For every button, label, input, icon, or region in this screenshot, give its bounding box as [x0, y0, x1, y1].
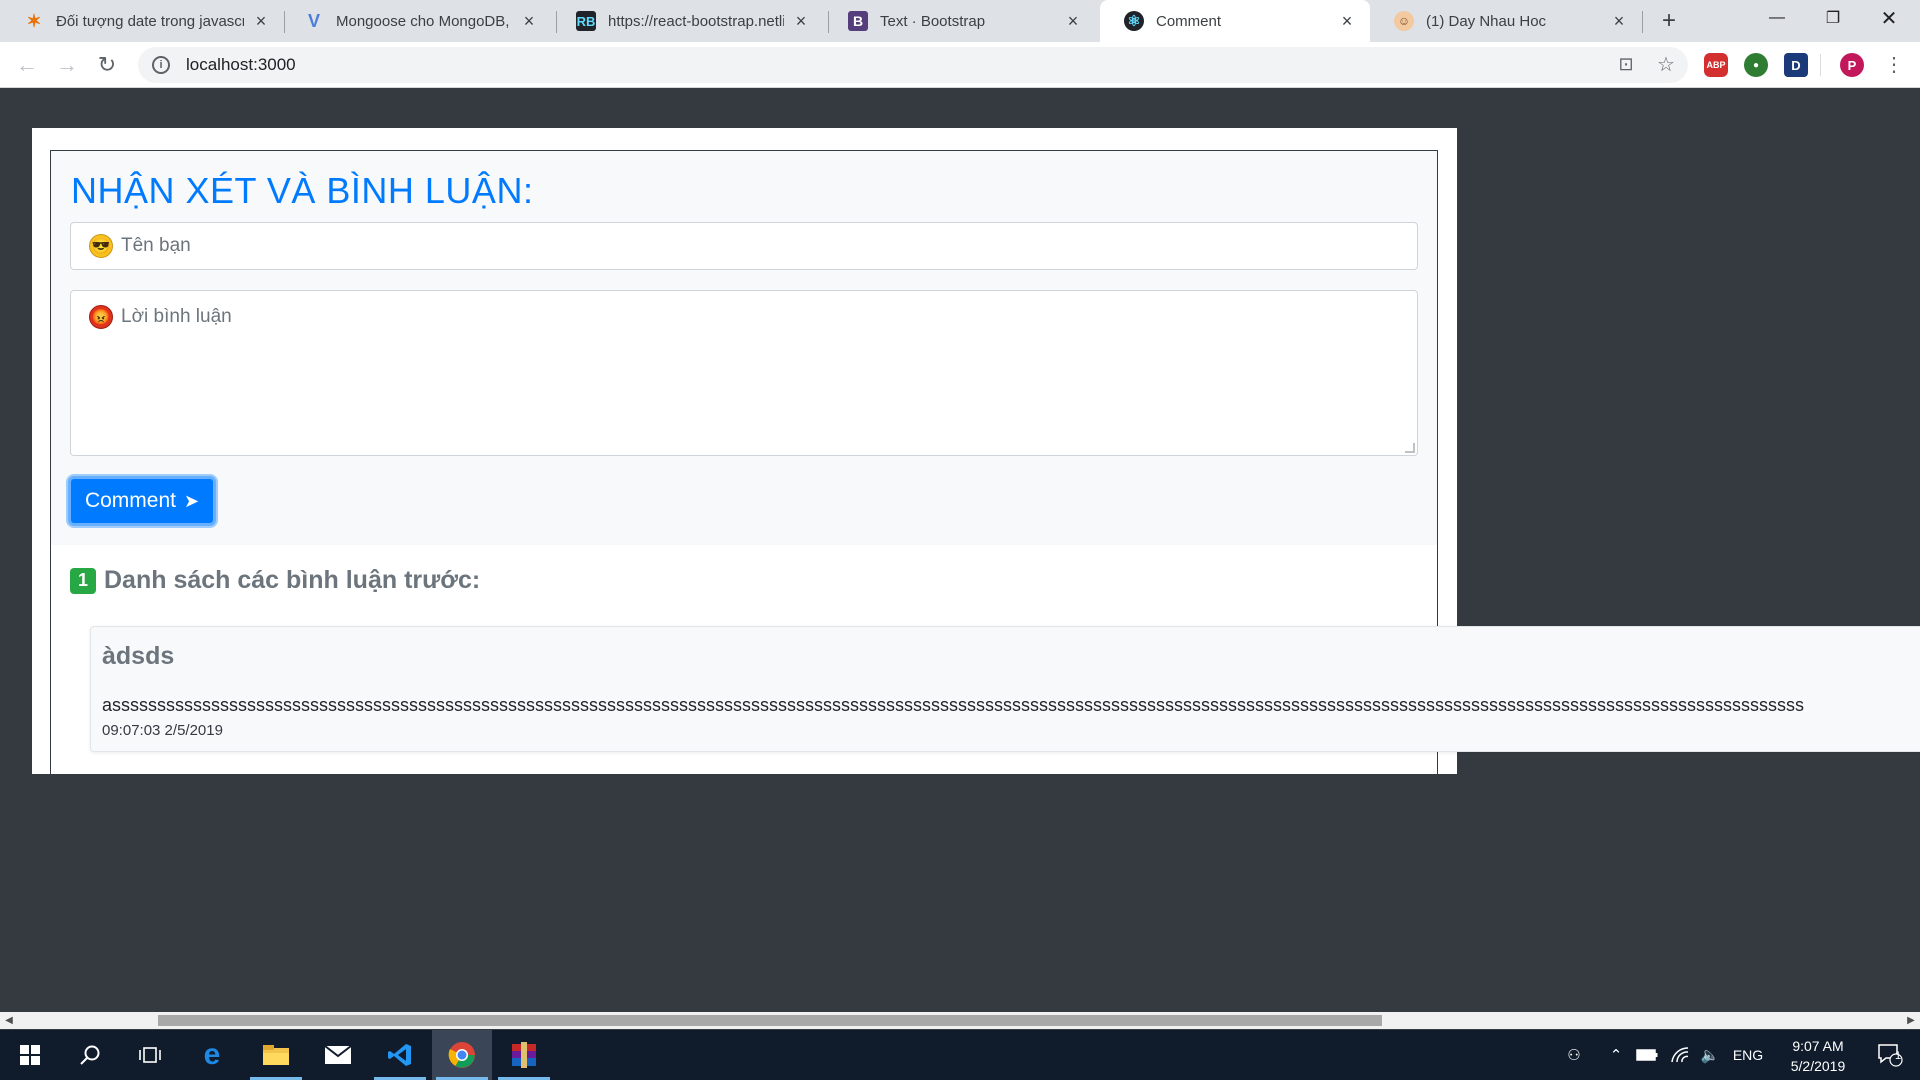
scrollbar-thumb[interactable] [158, 1015, 1382, 1026]
winrar-icon[interactable] [494, 1030, 554, 1080]
clock-time: 9:07 AM [1792, 1038, 1844, 1054]
close-tab-icon[interactable]: × [792, 11, 810, 31]
comment-text: asssssssssssssssssssssssssssssssssssssss… [102, 695, 1805, 715]
wifi-icon[interactable] [1668, 1030, 1692, 1080]
new-tab-icon[interactable]: + [1654, 6, 1684, 36]
mail-icon[interactable] [308, 1030, 368, 1080]
adblock-extension-icon[interactable]: ABP [1704, 53, 1728, 77]
horizontal-scrollbar[interactable]: ◀ ▶ [0, 1012, 1920, 1029]
site-info-icon[interactable]: i [152, 56, 170, 74]
browser-tab-strip: ✶ Đối tượng date trong javascr × V Mongo… [0, 0, 1920, 42]
scroll-right-arrow-icon[interactable]: ▶ [1904, 1013, 1918, 1028]
tab-date-javascript[interactable]: ✶ Đối tượng date trong javascr × [0, 0, 284, 42]
v-favicon-icon: V [307, 10, 320, 31]
vscode-icon[interactable] [370, 1030, 430, 1080]
globe-extension-icon[interactable]: ● [1744, 53, 1768, 77]
tab-day-nhau-hoc[interactable]: ☺ (1) Day Nhau Hoc × [1370, 0, 1642, 42]
search-icon[interactable] [60, 1030, 120, 1080]
comment-count-badge: 1 [70, 567, 96, 594]
bootstrap-favicon-icon: B [848, 11, 868, 31]
tab-title: https://react-bootstrap.netlif [608, 12, 784, 30]
comment-list-header: 1 Danh sách các bình luận trước: [70, 566, 480, 595]
browser-toolbar: ← → ↻ i localhost:3000 ⊡ ☆ ABP ● D P ⋮ [0, 42, 1920, 88]
tab-title: Đối tượng date trong javascr [56, 12, 244, 30]
page-title: NHẬN XÉT VÀ BÌNH LUẬN: [71, 170, 534, 211]
submit-label: Comment [84, 489, 176, 512]
address-bar[interactable]: i localhost:3000 [138, 47, 1688, 83]
toolbar-separator [1820, 54, 1821, 76]
forward-arrow-icon[interactable]: → [52, 50, 82, 80]
close-window-icon[interactable]: ✕ [1866, 0, 1912, 36]
windows-start-icon[interactable] [0, 1030, 60, 1080]
minimize-icon[interactable]: — [1754, 0, 1800, 36]
tab-bootstrap-text[interactable]: B Text · Bootstrap × [824, 0, 1096, 42]
system-clock[interactable]: 9:07 AM 5/2/2019 [1770, 1036, 1866, 1076]
tab-title: Comment [1156, 12, 1222, 30]
clock-date: 5/2/2019 [1790, 1058, 1846, 1074]
close-tab-icon[interactable]: × [520, 11, 538, 31]
back-arrow-icon[interactable]: ← [12, 50, 42, 80]
language-indicator[interactable]: ENG [1730, 1030, 1766, 1080]
send-arrow-icon: ➤ [183, 490, 200, 511]
comment-item: àdsds asssssssssssssssssssssssssssssssss… [90, 626, 1920, 752]
close-tab-icon[interactable]: × [252, 11, 270, 31]
edge-browser-icon[interactable]: e [182, 1030, 242, 1080]
scroll-left-arrow-icon[interactable]: ◀ [2, 1013, 16, 1028]
people-icon[interactable]: ⚇ [1562, 1030, 1586, 1080]
battery-icon[interactable] [1634, 1030, 1660, 1080]
name-input[interactable]: 😎 Tên bạn [70, 222, 1418, 270]
tab-title: Text · Bootstrap [880, 12, 986, 30]
d-extension-icon[interactable]: D [1784, 53, 1808, 77]
close-tab-icon[interactable]: × [1064, 11, 1082, 31]
tray-chevron-up-icon[interactable]: ⌃ [1606, 1030, 1626, 1080]
profile-avatar[interactable]: P [1840, 53, 1864, 77]
react-bootstrap-favicon-icon: RB [576, 11, 596, 31]
reload-icon[interactable]: ↻ [92, 50, 122, 80]
angry-face-emoji-icon: 😡 [89, 305, 113, 329]
comment-author: àdsds [102, 642, 175, 670]
tab-mongoose[interactable]: V Mongoose cho MongoDB, N × [280, 0, 552, 42]
address-url[interactable]: localhost:3000 [186, 55, 296, 75]
tab-separator [1642, 11, 1643, 33]
close-tab-icon[interactable]: × [1610, 11, 1628, 31]
sunglasses-emoji-icon: 😎 [89, 234, 113, 258]
tab-react-bootstrap[interactable]: RB https://react-bootstrap.netlif × [552, 0, 824, 42]
tab-comment[interactable]: ⚛ Comment × [1100, 0, 1370, 42]
tab-title: Mongoose cho MongoDB, N [336, 12, 512, 30]
comment-placeholder: Lời bình luận [121, 306, 232, 327]
task-view-icon[interactable] [120, 1030, 180, 1080]
comment-list-title: Danh sách các bình luận trước: [104, 566, 481, 594]
file-explorer-icon[interactable] [246, 1030, 306, 1080]
bookmark-star-icon[interactable]: ☆ [1652, 50, 1680, 78]
comment-timestamp: 09:07:03 2/5/2019 [102, 722, 223, 739]
notification-count: 1 [1895, 1050, 1902, 1062]
tab-title: (1) Day Nhau Hoc [1426, 12, 1547, 30]
volume-icon[interactable]: 🔈 [1698, 1030, 1722, 1080]
comment-textarea[interactable]: 😡 Lời bình luận [70, 290, 1418, 456]
resize-handle[interactable] [1405, 443, 1415, 453]
react-favicon-icon: ⚛ [1124, 11, 1144, 31]
chrome-icon[interactable] [432, 1030, 492, 1080]
menu-kebab-icon[interactable]: ⋮ [1880, 50, 1908, 78]
comment-submit-button[interactable]: Comment ➤ [68, 476, 216, 526]
name-placeholder: Tên bạn [121, 235, 191, 256]
windows-taskbar: e ⚇ ⌃ 🔈 ENG 9:07 AM 5/2/2019 1 [0, 1030, 1920, 1080]
action-center-icon[interactable]: 1 [1866, 1030, 1914, 1080]
translate-icon[interactable]: ⊡ [1612, 50, 1640, 78]
close-tab-icon[interactable]: × [1338, 11, 1356, 31]
star-favicon-icon: ✶ [26, 10, 42, 31]
restore-icon[interactable]: ❐ [1810, 0, 1856, 36]
face-favicon-icon: ☺ [1394, 11, 1414, 31]
